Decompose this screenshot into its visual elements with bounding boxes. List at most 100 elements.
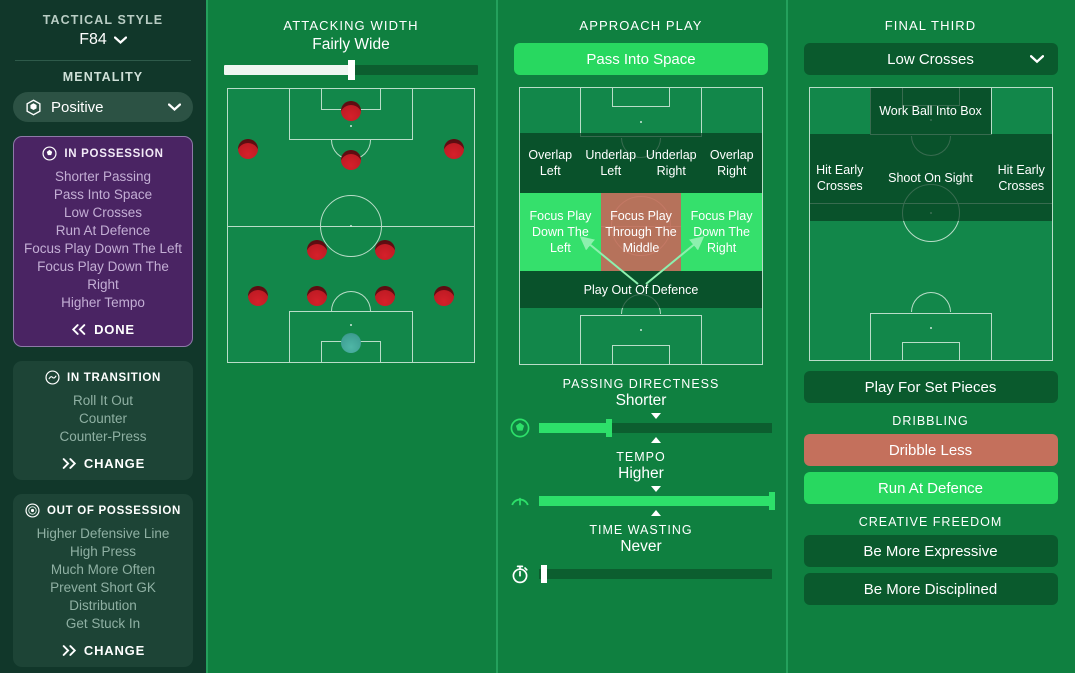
attacking-width-title: ATTACKING WIDTH [283,18,419,33]
tactical-style-selector[interactable]: F84 [79,31,127,49]
player-token-striker-center[interactable] [341,100,361,121]
bottom-six-yard-box [612,345,670,365]
zone-work-ball-into-box[interactable]: Work Ball Into Box [870,88,991,134]
zone-underlap-right[interactable]: Underlap Right [641,133,702,193]
player-token-center-back-left[interactable] [306,286,327,307]
tactics-sidebar: TACTICAL STYLE F84 MENTALITY Positive IN… [0,0,206,673]
zone-play-out-of-defence[interactable]: Play Out Of Defence [520,271,762,308]
in-transition-option: Roll It Out [72,393,134,408]
football-icon [510,418,530,438]
out-of-possession-title: OUT OF POSSESSION [47,504,181,517]
center-spot [350,224,352,227]
be-more-disciplined-button[interactable]: Be More Disciplined [803,573,1058,605]
zone-shoot-on-sight[interactable]: Shoot On Sight [870,134,991,221]
speedometer-icon [511,497,529,506]
approach-play-selected-label: Pass Into Space [586,50,696,68]
formation-pitch[interactable] [227,88,475,363]
sidebar-divider [15,60,191,61]
slider-knob[interactable] [347,60,355,80]
shield-icon [26,99,41,115]
approach-play-title: APPROACH PLAY [579,18,703,33]
out-of-possession-option: Get Stuck In [65,616,141,631]
stopwatch-icon [512,565,528,584]
approach-play-pitch[interactable]: Overlap Left Underlap Left Underlap Righ… [519,87,763,365]
zone-overlap-right[interactable]: Overlap Right [701,133,762,193]
run-at-defence-label: Run At Defence [877,479,984,497]
passing-directness-slider[interactable] [539,413,772,443]
final-third-title: FINAL THIRD [884,18,977,33]
in-possession-card[interactable]: IN POSSESSION Shorter Passing Pass Into … [13,136,193,347]
tactical-style-value: F84 [79,31,107,48]
in-possession-option: Run At Defence [55,223,151,238]
slider-marker-up [650,437,661,443]
zone-focus-play-down-the-right[interactable]: Focus Play Down The Right [681,193,762,271]
in-transition-header: IN TRANSITION [45,370,161,385]
chevron-down-icon [113,36,127,44]
in-possession-option: Low Crosses [63,205,143,220]
transition-icon [45,370,60,385]
attacking-width-slider[interactable] [224,60,478,80]
zone-hit-early-crosses-left[interactable]: Hit Early Crosses [809,134,870,221]
slider-knob[interactable] [769,492,775,510]
tempo-slider[interactable] [539,486,775,516]
column-separator [206,0,208,673]
run-at-defence-button[interactable]: Run At Defence [803,472,1058,504]
chevron-down-icon [1029,55,1044,64]
be-more-expressive-label: Be More Expressive [863,542,998,560]
player-token-center-back-right[interactable] [375,286,396,307]
player-token-goalkeeper[interactable] [341,332,361,353]
time-wasting-slider-group: TIME WASTING Never [510,523,772,584]
final-third-selected-dropdown[interactable]: Low Crosses [803,43,1058,75]
player-token-center-mid-left[interactable] [306,240,327,261]
in-possession-done-button[interactable]: DONE [71,322,135,337]
player-token-center-mid-right[interactable] [375,240,396,261]
zone-focus-play-down-the-left[interactable]: Focus Play Down The Left [520,193,601,271]
player-token-right-winger[interactable] [444,139,465,160]
zone-hit-early-crosses-right[interactable]: Hit Early Crosses [991,134,1052,221]
be-more-disciplined-label: Be More Disciplined [863,580,998,598]
zone-focus-play-through-the-middle[interactable]: Focus Play Through The Middle [600,193,682,271]
double-chevron-right-icon [62,458,77,469]
attacking-width-value: Fairly Wide [312,36,390,53]
in-possession-done-label: DONE [94,322,135,337]
passing-directness-slider-group: PASSING DIRECTNESS Shorter [510,377,772,443]
final-third-pitch[interactable]: Work Ball Into Box Hit Early Crosses Sho… [808,87,1053,361]
slider-knob[interactable] [540,565,547,583]
in-transition-option: Counter-Press [59,429,147,444]
in-possession-option: Higher Tempo [61,295,145,310]
be-more-expressive-button[interactable]: Be More Expressive [803,535,1058,567]
approach-play-selected-button[interactable]: Pass Into Space [514,43,768,75]
player-token-left-back[interactable] [247,286,268,307]
in-possession-option: Shorter Passing [54,169,152,184]
in-transition-change-button[interactable]: CHANGE [61,456,145,471]
play-for-set-pieces-button[interactable]: Play For Set Pieces [803,371,1058,403]
slider-marker-down [650,486,661,492]
player-token-right-back[interactable] [434,286,455,307]
dribble-less-label: Dribble Less [888,441,973,459]
out-of-possession-card[interactable]: OUT OF POSSESSION Higher Defensive Line … [13,494,193,667]
out-of-possession-option: Prevent Short GK [50,580,156,595]
time-wasting-slider[interactable] [539,565,772,583]
in-transition-card[interactable]: IN TRANSITION Roll It Out Counter Counte… [13,361,193,480]
tempo-slider-group: TEMPO Higher [510,450,775,516]
zone-overlap-left[interactable]: Overlap Left [520,133,581,193]
out-of-possession-option: Much More Often [50,562,156,577]
dribble-less-button[interactable]: Dribble Less [803,434,1058,466]
bottom-six-yard-box [901,342,960,361]
approach-play-column: APPROACH PLAY Pass Into Space Overlap Le… [496,0,786,673]
attacking-width-column: ATTACKING WIDTH Fairly Wide [206,0,496,673]
mentality-selector[interactable]: Positive [13,92,193,122]
in-possession-option: Focus Play Down The Right [37,259,169,292]
zone-underlap-left[interactable]: Underlap Left [580,133,641,193]
out-of-possession-change-button[interactable]: CHANGE [61,643,145,658]
out-of-possession-option: High Press [69,544,137,559]
player-token-attacking-mid-center[interactable] [341,149,361,170]
football-icon [42,146,57,161]
bottom-penalty-arc [331,291,371,311]
slider-fill [539,496,772,506]
player-token-left-winger[interactable] [237,139,258,160]
slider-knob[interactable] [605,419,612,437]
final-third-selected-label: Low Crosses [887,50,974,68]
bottom-penalty-arc [910,292,951,312]
slider-fill [539,423,609,433]
